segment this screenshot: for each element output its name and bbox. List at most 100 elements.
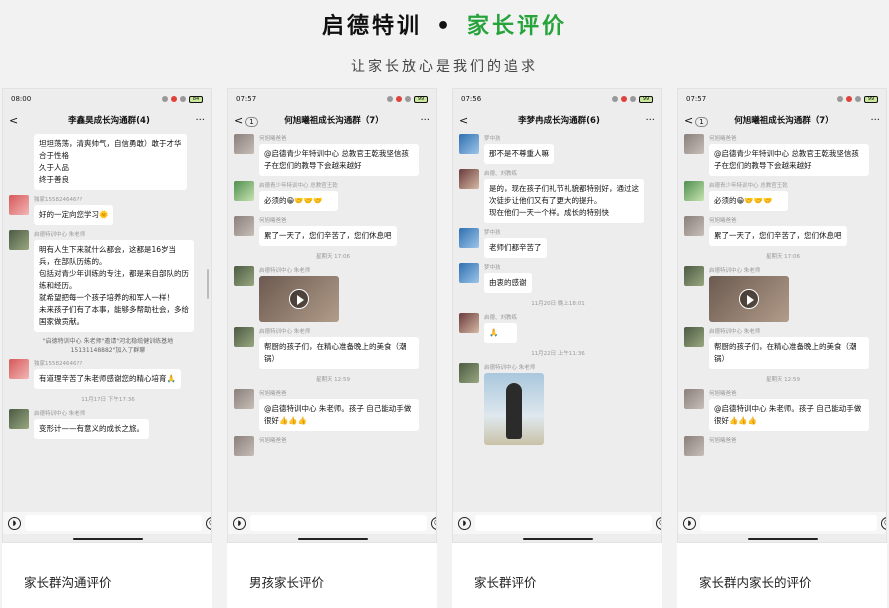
signal-icon <box>630 96 636 102</box>
message-input[interactable] <box>25 515 202 531</box>
page-header: 启德特训 • 家长评价 让家长放心是我们的追求 <box>0 0 889 80</box>
avatar[interactable] <box>9 195 29 215</box>
status-bar: 08:00 84 <box>3 89 211 109</box>
more-options-icon[interactable]: ··· <box>412 115 430 126</box>
message-body: 梦中孩 老师们都辛苦了 <box>484 228 547 258</box>
message-bubble: 老师们都辛苦了 <box>484 238 547 258</box>
avatar[interactable] <box>459 169 479 189</box>
emoji-icon[interactable]: ☺ <box>431 516 436 530</box>
message-body: 启德、刘教练 是的，现在孩子们礼节礼貌都特别好，通过这次徒步让他们又有了更大的提升… <box>484 169 644 223</box>
back-button[interactable]: <1 <box>684 114 708 127</box>
card-caption: 家长群沟通评价 <box>24 575 112 590</box>
message-row: 何旭曦爸爸 @启德青少年特训中心 总教官王乾我坚信孩子在您们的教导下会越来越好 <box>684 134 882 176</box>
back-button[interactable]: < <box>9 114 31 127</box>
message-body: 启德青少年特训中心 总教官王乾 必须的😁🤝🤝🤝 <box>259 181 338 211</box>
chat-input-bar: ◗☺+ <box>453 512 661 534</box>
sender-name: 启德特训中心 朱老师 <box>484 365 536 371</box>
voice-icon[interactable]: ◗ <box>683 516 696 530</box>
message-row: 梦中孩 那不是不尊重人嘛 <box>459 134 657 164</box>
message-body: 启德特训中心 朱老师 变形计——有意义的成长之旅。 <box>34 409 149 439</box>
status-time: 07:56 <box>461 95 482 103</box>
video-message[interactable] <box>259 276 339 322</box>
back-button[interactable]: <1 <box>234 114 258 127</box>
message-input[interactable] <box>700 515 877 531</box>
avatar[interactable] <box>459 263 479 283</box>
sender-name: 启德特训中心 朱老师 <box>34 411 86 417</box>
message-body: 启德特训中心 朱老师 <box>484 363 544 445</box>
avatar[interactable] <box>684 436 704 456</box>
title-right: 家长评价 <box>467 14 568 39</box>
more-options-icon[interactable]: ··· <box>862 115 880 126</box>
voice-icon[interactable]: ◗ <box>458 516 471 530</box>
avatar[interactable] <box>234 266 254 286</box>
chat-screenshot: 07:57 99 <1 何旭曦祖成长沟通群（7） ··· 何旭曦爸爸 @启德青少年特训中心 … <box>227 88 437 543</box>
message-bubble: 坦坦荡荡，清爽帅气，自信勇敢）敢于才华 合于性格 久于人品 终于善良 <box>34 134 187 190</box>
photo-subject <box>506 383 522 439</box>
avatar[interactable] <box>234 216 254 236</box>
avatar[interactable] <box>9 359 29 379</box>
notification-icon <box>162 96 168 102</box>
avatar[interactable] <box>684 266 704 286</box>
avatar[interactable] <box>684 134 704 154</box>
voice-icon[interactable]: ◗ <box>233 516 246 530</box>
more-options-icon[interactable]: ··· <box>637 115 655 126</box>
app-icon <box>171 96 177 102</box>
avatar[interactable] <box>234 327 254 347</box>
avatar[interactable] <box>234 436 254 456</box>
status-time: 07:57 <box>236 95 257 103</box>
avatar[interactable] <box>234 181 254 201</box>
voice-icon[interactable]: ◗ <box>8 516 21 530</box>
play-icon[interactable] <box>739 289 759 309</box>
message-row: 启德特训中心 朱老师 <box>459 363 657 445</box>
video-message[interactable] <box>709 276 789 322</box>
chat-title: 李梦冉成长沟通群(6) <box>518 116 600 126</box>
chat-timestamp: 星期天 17:06 <box>765 254 801 260</box>
avatar[interactable] <box>459 363 479 383</box>
message-bubble: 明有人生下来就什么都会，这都是16岁当兵，在部队历练的。 包括对青少年训练的专注… <box>34 240 194 332</box>
message-input[interactable] <box>475 515 652 531</box>
avatar[interactable] <box>234 134 254 154</box>
message-bubble: 有道理辛苦了朱老师感谢您的精心培育🙏 <box>34 369 181 389</box>
emoji-icon[interactable]: ☺ <box>206 516 211 530</box>
photo-message[interactable] <box>484 373 544 445</box>
avatar[interactable] <box>9 230 29 250</box>
chat-messages: 梦中孩 那不是不尊重人嘛启德、刘教练 是的，现在孩子们礼节礼貌都特别好，通过这次徒步… <box>453 131 661 519</box>
message-bubble: 🙏 <box>484 323 518 343</box>
back-arrow-icon: < <box>9 113 19 127</box>
play-icon[interactable] <box>289 289 309 309</box>
message-row: 何旭曦爸爸 @启德特训中心 朱老师。孩子 自己能动手做很好👍👍👍 <box>684 389 882 431</box>
message-row: 启德青少年特训中心 总教官王乾 必须的😁🤝🤝🤝 <box>234 181 432 211</box>
message-input[interactable] <box>250 515 427 531</box>
message-bubble: 累了一天了，您们辛苦了，您们休息吧 <box>259 226 397 246</box>
avatar[interactable] <box>9 409 29 429</box>
message-row: 启德特训中心 朱老师 帮厨的孩子们，在精心准备晚上的美食（潮锅） <box>234 327 432 369</box>
chat-timestamp: 11月20日 晚上18:01 <box>531 301 585 307</box>
scrollbar[interactable] <box>207 269 209 299</box>
back-button[interactable]: < <box>459 114 481 127</box>
emoji-icon[interactable]: ☺ <box>881 516 886 530</box>
avatar[interactable] <box>684 181 704 201</box>
chat-input-bar: ◗☺+ <box>678 512 886 534</box>
sender-name: 何旭曦爸爸 <box>259 391 287 397</box>
avatar[interactable] <box>684 216 704 236</box>
sender-name: 何旭曦爸爸 <box>259 218 287 224</box>
avatar[interactable] <box>459 313 479 333</box>
sender-name: 启德特训中心 朱老师 <box>34 232 86 238</box>
avatar[interactable] <box>684 389 704 409</box>
emoji-icon[interactable]: ☺ <box>656 516 661 530</box>
sender-name: 何旭曦爸爸 <box>709 391 737 397</box>
status-bar: 07:57 99 <box>678 89 886 109</box>
avatar[interactable] <box>684 327 704 347</box>
chat-messages: 何旭曦爸爸 @启德青少年特训中心 总教官王乾我坚信孩子在您们的教导下会越来越好 启德… <box>228 131 436 519</box>
card-caption: 家长群内家长的评价 <box>699 575 812 590</box>
avatar[interactable] <box>459 228 479 248</box>
avatar[interactable] <box>234 389 254 409</box>
battery-icon: 99 <box>639 95 653 103</box>
avatar[interactable] <box>459 134 479 154</box>
message-body: 何旭曦爸爸 <box>259 436 287 446</box>
more-options-icon[interactable]: ··· <box>187 115 205 126</box>
app-icon <box>846 96 852 102</box>
sender-name: 启德、刘教练 <box>484 171 518 177</box>
home-indicator <box>523 538 593 540</box>
chat-timestamp: 星期天 17:06 <box>315 254 351 260</box>
